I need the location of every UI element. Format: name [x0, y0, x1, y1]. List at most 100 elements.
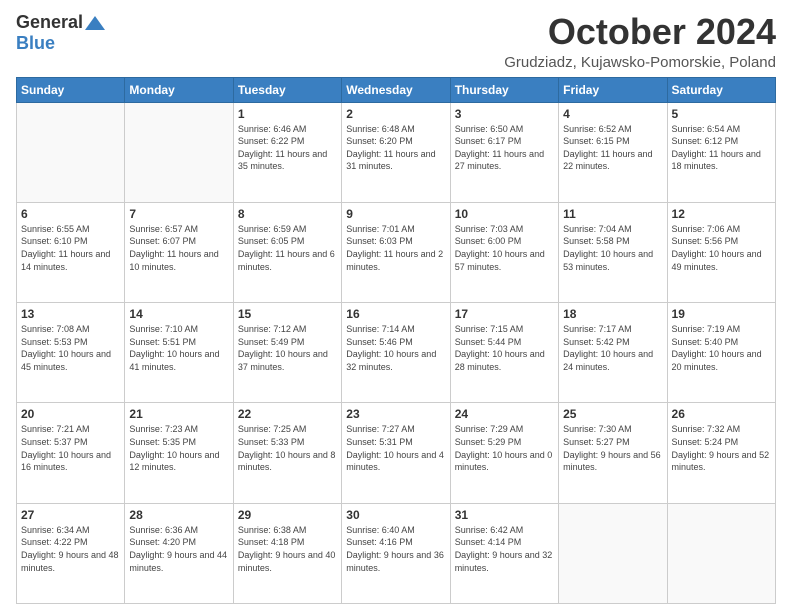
title-block: October 2024 Grudziadz, Kujawsko-Pomorsk…: [504, 12, 776, 71]
calendar-cell: 8 Sunrise: 6:59 AM Sunset: 6:05 PM Daylig…: [233, 202, 341, 302]
logo: General Blue: [16, 12, 105, 54]
calendar-cell: 20 Sunrise: 7:21 AM Sunset: 5:37 PM Dayli…: [17, 403, 125, 503]
calendar-header-friday: Friday: [559, 77, 667, 102]
calendar-cell: 27 Sunrise: 6:34 AM Sunset: 4:22 PM Dayli…: [17, 503, 125, 603]
calendar-cell: 1 Sunrise: 6:46 AM Sunset: 6:22 PM Daylig…: [233, 102, 341, 202]
day-info: Sunrise: 7:29 AM Sunset: 5:29 PM Dayligh…: [455, 423, 554, 473]
day-info: Sunrise: 6:48 AM Sunset: 6:20 PM Dayligh…: [346, 123, 445, 173]
day-number: 22: [238, 407, 337, 421]
calendar-cell: 10 Sunrise: 7:03 AM Sunset: 6:00 PM Dayli…: [450, 202, 558, 302]
calendar-cell: 5 Sunrise: 6:54 AM Sunset: 6:12 PM Daylig…: [667, 102, 775, 202]
logo-triangle-icon: [85, 16, 105, 30]
calendar-week-3: 20 Sunrise: 7:21 AM Sunset: 5:37 PM Dayli…: [17, 403, 776, 503]
calendar-cell: 19 Sunrise: 7:19 AM Sunset: 5:40 PM Dayli…: [667, 303, 775, 403]
day-info: Sunrise: 7:32 AM Sunset: 5:24 PM Dayligh…: [672, 423, 771, 473]
calendar-cell: 7 Sunrise: 6:57 AM Sunset: 6:07 PM Daylig…: [125, 202, 233, 302]
calendar-cell: 26 Sunrise: 7:32 AM Sunset: 5:24 PM Dayli…: [667, 403, 775, 503]
day-number: 25: [563, 407, 662, 421]
day-number: 29: [238, 508, 337, 522]
day-number: 3: [455, 107, 554, 121]
day-number: 17: [455, 307, 554, 321]
day-info: Sunrise: 6:50 AM Sunset: 6:17 PM Dayligh…: [455, 123, 554, 173]
calendar-cell: 15 Sunrise: 7:12 AM Sunset: 5:49 PM Dayli…: [233, 303, 341, 403]
calendar-week-2: 13 Sunrise: 7:08 AM Sunset: 5:53 PM Dayli…: [17, 303, 776, 403]
calendar-cell: [125, 102, 233, 202]
day-info: Sunrise: 6:42 AM Sunset: 4:14 PM Dayligh…: [455, 524, 554, 574]
day-number: 21: [129, 407, 228, 421]
calendar-week-4: 27 Sunrise: 6:34 AM Sunset: 4:22 PM Dayli…: [17, 503, 776, 603]
day-number: 26: [672, 407, 771, 421]
day-number: 27: [21, 508, 120, 522]
day-info: Sunrise: 7:15 AM Sunset: 5:44 PM Dayligh…: [455, 323, 554, 373]
day-number: 24: [455, 407, 554, 421]
day-info: Sunrise: 6:38 AM Sunset: 4:18 PM Dayligh…: [238, 524, 337, 574]
day-number: 4: [563, 107, 662, 121]
calendar-header-row: SundayMondayTuesdayWednesdayThursdayFrid…: [17, 77, 776, 102]
day-number: 8: [238, 207, 337, 221]
day-info: Sunrise: 7:03 AM Sunset: 6:00 PM Dayligh…: [455, 223, 554, 273]
day-info: Sunrise: 6:34 AM Sunset: 4:22 PM Dayligh…: [21, 524, 120, 574]
day-number: 1: [238, 107, 337, 121]
day-number: 15: [238, 307, 337, 321]
day-number: 19: [672, 307, 771, 321]
day-number: 9: [346, 207, 445, 221]
day-number: 13: [21, 307, 120, 321]
day-info: Sunrise: 7:10 AM Sunset: 5:51 PM Dayligh…: [129, 323, 228, 373]
page-title: October 2024: [504, 12, 776, 52]
day-info: Sunrise: 7:23 AM Sunset: 5:35 PM Dayligh…: [129, 423, 228, 473]
logo-general-text: General: [16, 12, 83, 33]
calendar-cell: 24 Sunrise: 7:29 AM Sunset: 5:29 PM Dayli…: [450, 403, 558, 503]
day-info: Sunrise: 7:08 AM Sunset: 5:53 PM Dayligh…: [21, 323, 120, 373]
day-info: Sunrise: 7:01 AM Sunset: 6:03 PM Dayligh…: [346, 223, 445, 273]
calendar-cell: 30 Sunrise: 6:40 AM Sunset: 4:16 PM Dayli…: [342, 503, 450, 603]
day-info: Sunrise: 6:54 AM Sunset: 6:12 PM Dayligh…: [672, 123, 771, 173]
day-info: Sunrise: 7:30 AM Sunset: 5:27 PM Dayligh…: [563, 423, 662, 473]
calendar-cell: 14Sunrise: 7:10 AM Sunset: 5:51 PM Dayli…: [125, 303, 233, 403]
calendar-cell: 9 Sunrise: 7:01 AM Sunset: 6:03 PM Daylig…: [342, 202, 450, 302]
day-info: Sunrise: 7:06 AM Sunset: 5:56 PM Dayligh…: [672, 223, 771, 273]
calendar-cell: 28Sunrise: 6:36 AM Sunset: 4:20 PM Dayli…: [125, 503, 233, 603]
day-number: 11: [563, 207, 662, 221]
day-number: 12: [672, 207, 771, 221]
day-info: Sunrise: 6:52 AM Sunset: 6:15 PM Dayligh…: [563, 123, 662, 173]
day-info: Sunrise: 7:27 AM Sunset: 5:31 PM Dayligh…: [346, 423, 445, 473]
calendar-cell: [17, 102, 125, 202]
day-info: Sunrise: 6:55 AM Sunset: 6:10 PM Dayligh…: [21, 223, 120, 273]
day-number: 10: [455, 207, 554, 221]
calendar-header-monday: Monday: [125, 77, 233, 102]
calendar-cell: [559, 503, 667, 603]
calendar-week-1: 6Sunrise: 6:55 AM Sunset: 6:10 PM Daylig…: [17, 202, 776, 302]
day-info: Sunrise: 6:57 AM Sunset: 6:07 PM Dayligh…: [129, 223, 228, 273]
calendar-header-wednesday: Wednesday: [342, 77, 450, 102]
day-number: 20: [21, 407, 120, 421]
day-info: Sunrise: 7:21 AM Sunset: 5:37 PM Dayligh…: [21, 423, 120, 473]
calendar-table: SundayMondayTuesdayWednesdayThursdayFrid…: [16, 77, 776, 604]
day-number: 16: [346, 307, 445, 321]
calendar-cell: [667, 503, 775, 603]
day-info: Sunrise: 7:14 AM Sunset: 5:46 PM Dayligh…: [346, 323, 445, 373]
calendar-header-tuesday: Tuesday: [233, 77, 341, 102]
page: General Blue October 2024 Grudziadz, Kuj…: [0, 0, 792, 612]
calendar-cell: 17 Sunrise: 7:15 AM Sunset: 5:44 PM Dayli…: [450, 303, 558, 403]
day-info: Sunrise: 7:17 AM Sunset: 5:42 PM Dayligh…: [563, 323, 662, 373]
day-info: Sunrise: 6:40 AM Sunset: 4:16 PM Dayligh…: [346, 524, 445, 574]
calendar-cell: 18Sunrise: 7:17 AM Sunset: 5:42 PM Dayli…: [559, 303, 667, 403]
day-number: 5: [672, 107, 771, 121]
calendar-header-thursday: Thursday: [450, 77, 558, 102]
calendar-cell: 16 Sunrise: 7:14 AM Sunset: 5:46 PM Dayli…: [342, 303, 450, 403]
day-number: 2: [346, 107, 445, 121]
day-number: 7: [129, 207, 228, 221]
calendar-cell: 11Sunrise: 7:04 AM Sunset: 5:58 PM Dayli…: [559, 202, 667, 302]
calendar-week-0: 1 Sunrise: 6:46 AM Sunset: 6:22 PM Daylig…: [17, 102, 776, 202]
calendar-cell: 6Sunrise: 6:55 AM Sunset: 6:10 PM Daylig…: [17, 202, 125, 302]
calendar-cell: 29 Sunrise: 6:38 AM Sunset: 4:18 PM Dayli…: [233, 503, 341, 603]
day-info: Sunrise: 6:46 AM Sunset: 6:22 PM Dayligh…: [238, 123, 337, 173]
day-info: Sunrise: 6:36 AM Sunset: 4:20 PM Dayligh…: [129, 524, 228, 574]
day-number: 30: [346, 508, 445, 522]
calendar-header-saturday: Saturday: [667, 77, 775, 102]
day-info: Sunrise: 7:12 AM Sunset: 5:49 PM Dayligh…: [238, 323, 337, 373]
day-info: Sunrise: 6:59 AM Sunset: 6:05 PM Dayligh…: [238, 223, 337, 273]
day-info: Sunrise: 7:19 AM Sunset: 5:40 PM Dayligh…: [672, 323, 771, 373]
calendar-cell: 4 Sunrise: 6:52 AM Sunset: 6:15 PM Daylig…: [559, 102, 667, 202]
calendar-cell: 21 Sunrise: 7:23 AM Sunset: 5:35 PM Dayli…: [125, 403, 233, 503]
